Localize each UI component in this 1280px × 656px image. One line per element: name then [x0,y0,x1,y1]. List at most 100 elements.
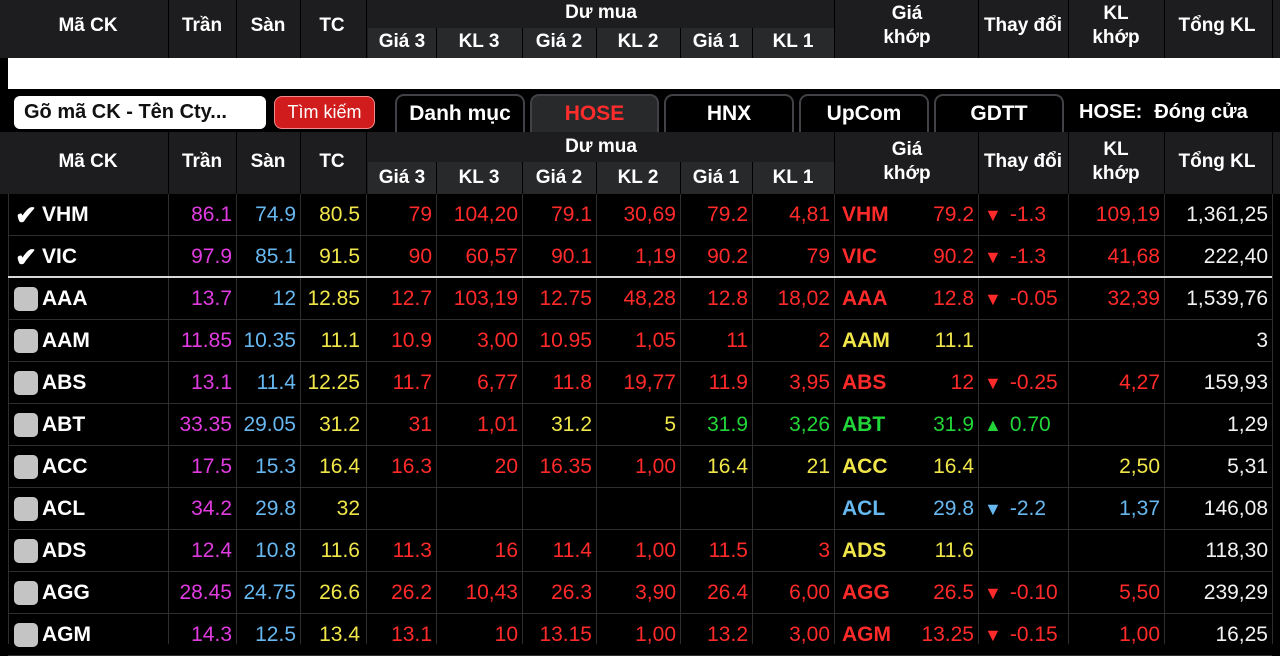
col-ref: TC [319,151,345,172]
row-symbol-text: ABT [42,413,86,436]
arrow-down-icon: ▼ [984,372,1002,393]
cell-v1: 3 [818,539,830,562]
cell-ceil: 13.1 [191,371,232,394]
sticky-header-bar: Mã CK Trần Sàn TC Dư mua Giá 3 KL 3 Giá … [0,0,1280,58]
cell-b3: 79 [408,203,432,226]
cell-v1: 3,95 [789,371,830,394]
cell-ref: 31.2 [319,413,360,436]
match-symbol: AGG [842,581,890,604]
cell-b3: 26.2 [391,581,432,604]
cell-v2 [596,489,680,529]
arrow-up-icon: ▲ [984,414,1002,435]
checkbox-unchecked-icon[interactable] [14,455,38,479]
col-bid-vol-2: KL 2 [617,31,659,52]
match-symbol: ACC [842,455,888,478]
cell-b2: 12.75 [539,287,592,310]
checkbox-unchecked-icon[interactable] [14,371,38,395]
cell-v1: 3,00 [789,623,830,646]
col-total-vol: Tổng KL [1178,15,1256,36]
col-match-vol-l1: KL [1103,3,1129,24]
col-bid-price-3: Giá 3 [378,31,426,52]
col-bid-price-1: Giá 1 [692,31,740,52]
cell-b2: 13.15 [539,623,592,646]
match-symbol: VIC [842,245,878,268]
cell-v2: 5 [664,413,676,436]
cell-b2: 11.8 [552,371,592,394]
cell-floor: 74.9 [255,203,296,226]
cell-b1: 13.2 [707,623,748,646]
cell-v3 [436,489,522,529]
cell-b2: 16.35 [539,455,592,478]
table-row[interactable]: ✔ VIC VIC 97.9 85.1 91.5 90 60,57 90.1 1,19 90.2 79… [8,237,1272,277]
arrow-down-icon: ▼ [984,204,1002,225]
cell-chg: ▼ -0.25 [978,363,1068,403]
table-row[interactable]: AAM AAM 11.85 10.35 11.1 10.9 3,00 10.95 1,05 11 2… [8,321,1272,361]
table-row[interactable]: ADS ADS 12.4 10.8 11.6 11.3 16 11.4 1,00 11.5 3 11.… [8,531,1272,571]
table-row[interactable]: ACL ACL 34.2 29.8 32 29.8 ▼ -2.2 1,37 146,08 [8,489,1272,529]
tab-upcom[interactable]: UpCom [799,94,929,132]
table-row[interactable]: ABT ABT 33.35 29.05 31.2 31 1,01 31.2 5 31.9 3,26 3… [8,405,1272,445]
table-row[interactable]: AGG AGG 28.45 24.75 26.6 26.2 10,43 26.3 3,90 26.… [8,573,1272,613]
search-input[interactable] [14,96,266,129]
tab-hnx[interactable]: HNX [664,94,794,132]
tab-watchlist[interactable]: Danh mục [395,94,525,132]
cell-floor: 10.35 [243,329,296,352]
checkbox-unchecked-icon[interactable] [14,413,38,437]
table-row[interactable]: ACC ACC 17.5 15.3 16.4 16.3 20 16.35 1,00 16.4 21 1… [8,447,1272,487]
cell-mvol [1068,321,1164,361]
cell-v1: 79 [806,245,830,268]
cell-v2: 19,77 [623,371,676,394]
table-row[interactable]: ✔ VHM VHM 86.1 74.9 80.5 79 104,20 79.1 30,69 79.2… [8,195,1272,235]
cell-tvol: 1,29 [1227,413,1268,436]
table-row[interactable]: ABS ABS 13.1 11.4 12.25 11.7 6,77 11.8 19,77 11.9… [8,363,1272,403]
cell-mvol: 1,37 [1119,497,1160,520]
cell-mvol: 2,50 [1119,455,1160,478]
watchlist-separator [8,276,1272,278]
checkbox-unchecked-icon[interactable] [14,623,38,647]
cell-ref: 11.6 [320,539,360,562]
cell-b3: 12.7 [391,287,432,310]
checkbox-unchecked-icon[interactable] [14,287,38,311]
search-button[interactable]: Tìm kiếm [274,96,375,129]
table-row[interactable]: AAA AAA 13.7 12 12.85 12.7 103,19 12.75 48,28 12.… [8,279,1272,319]
col-match-vol: KL khớp [1068,0,1164,52]
cell-v1: 18,02 [777,287,830,310]
match-symbol: AAM [842,329,890,352]
col-match-vol-l1: KL [1103,139,1129,160]
table-row[interactable]: AGM AGM 14.3 12.5 13.4 13.1 10 13.15 1,00 13.2 3,0… [8,615,1272,655]
col-match-price-l1: Giá [891,139,923,160]
checkbox-checked-icon[interactable]: ✔ [14,200,38,230]
cell-price: 90.2 [933,245,974,268]
cell-ceil: 97.9 [191,245,232,268]
checkbox-unchecked-icon[interactable] [14,497,38,521]
cell-b3: 13.1 [391,623,432,646]
cell-b1: 26.4 [707,581,748,604]
match-symbol: VHM [842,203,889,226]
cell-floor: 15.3 [255,455,296,478]
cell-tvol: 1,539,76 [1186,287,1268,310]
cell-chg: ▼ -2.2 [978,489,1068,529]
col-match-price-l1: Giá [891,3,923,24]
cell-ceil: 11.85 [181,329,232,352]
col-ceil: Trần [181,151,223,172]
change-value: -0.10 [1009,581,1058,604]
change-value: -0.15 [1009,623,1058,646]
cell-tvol: 16,25 [1215,623,1268,646]
col-bid-group: Dư mua [565,2,637,23]
cell-chg: ▲ 0.70 [978,405,1068,445]
row-symbol-text: AGM [42,623,91,646]
col-match-price: Giá khớp [836,132,978,192]
cell-v3: 10 [494,623,518,646]
checkbox-unchecked-icon[interactable] [14,581,38,605]
checkbox-unchecked-icon[interactable] [14,329,38,353]
cell-v2: 30,69 [623,203,676,226]
tab-hose[interactable]: HOSE [530,94,659,132]
cell-tvol: 118,30 [1205,539,1268,562]
tab-gdtt[interactable]: GDTT [934,94,1064,132]
checkbox-checked-icon[interactable]: ✔ [14,242,38,272]
cell-tvol: 1,361,25 [1186,203,1268,226]
cell-b3: 31 [408,413,432,436]
checkbox-unchecked-icon[interactable] [14,539,38,563]
cell-v3: 60,57 [465,245,518,268]
col-bid-vol-3: KL 3 [458,167,500,188]
